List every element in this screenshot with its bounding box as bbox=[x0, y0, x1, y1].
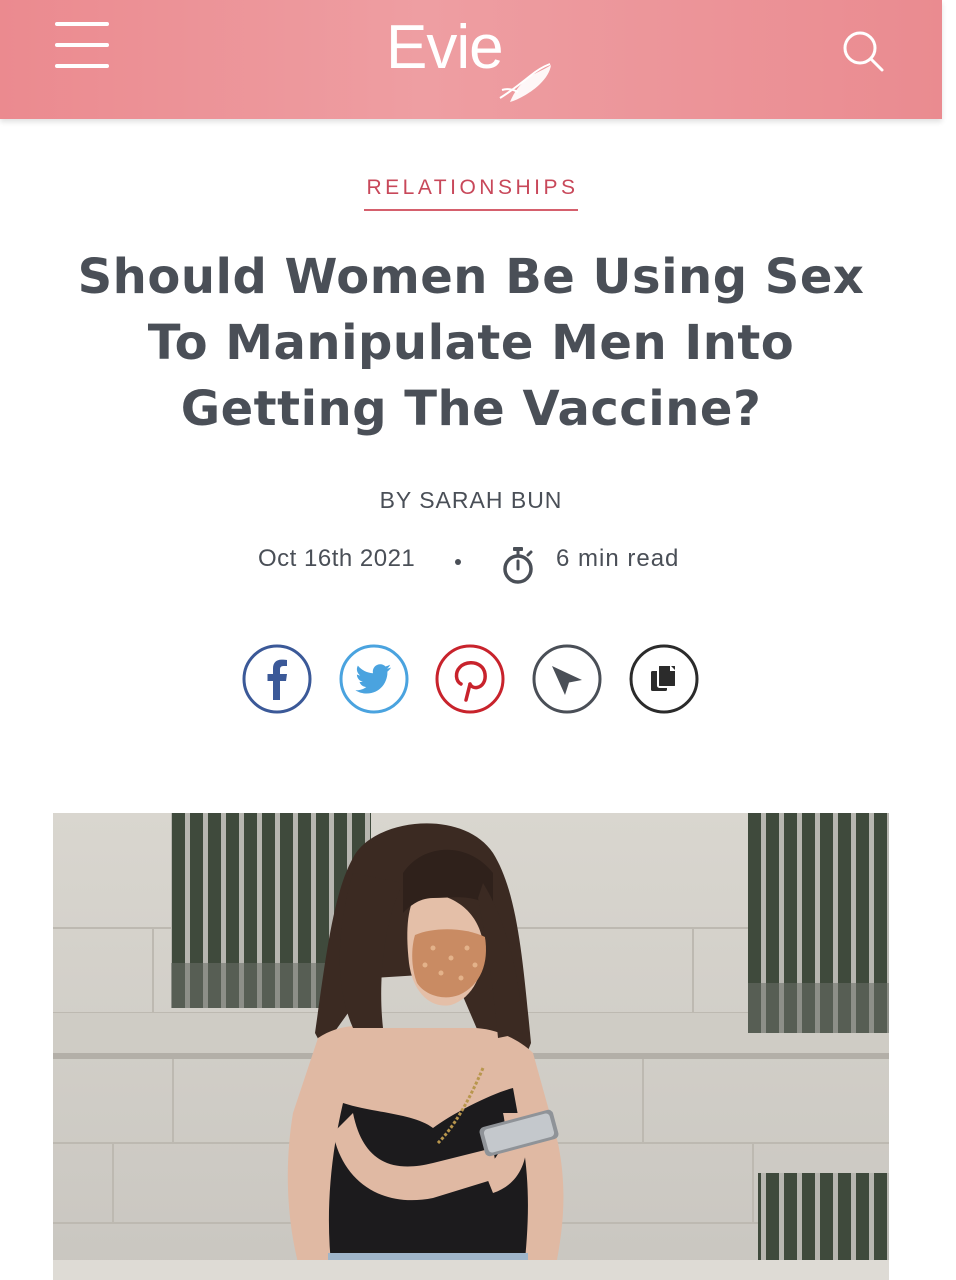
publish-date: Oct 16th 2021 bbox=[258, 545, 416, 572]
site-header: Evie bbox=[0, 0, 942, 119]
category-tag[interactable]: RELATIONSHIPS bbox=[0, 176, 942, 211]
copy-link-button[interactable] bbox=[629, 644, 699, 714]
article-meta: Oct 16th 2021 6 min read bbox=[0, 545, 942, 585]
logo-text: Evie bbox=[386, 13, 504, 82]
pinterest-icon bbox=[435, 644, 505, 714]
copy-icon bbox=[629, 644, 699, 714]
share-send-button[interactable] bbox=[532, 644, 602, 714]
separator-dot bbox=[455, 559, 461, 565]
send-icon bbox=[532, 644, 602, 714]
menu-line bbox=[55, 43, 109, 47]
hamburger-menu-icon[interactable] bbox=[55, 22, 109, 68]
feather-icon bbox=[499, 63, 551, 102]
menu-line bbox=[55, 22, 109, 26]
share-pinterest-button[interactable] bbox=[435, 644, 505, 714]
search-icon[interactable] bbox=[840, 28, 886, 74]
stopwatch-icon bbox=[503, 547, 533, 584]
twitter-icon bbox=[339, 644, 409, 714]
site-logo[interactable]: Evie bbox=[380, 6, 570, 106]
photo-woman-in-mask-with-phone bbox=[53, 813, 889, 1280]
menu-line bbox=[55, 64, 109, 68]
facebook-icon bbox=[242, 644, 312, 714]
share-facebook-button[interactable] bbox=[242, 644, 312, 714]
read-time: 6 min read bbox=[556, 545, 680, 572]
article-title: Should Women Be Using Sex To Manipulate … bbox=[77, 249, 865, 437]
share-twitter-button[interactable] bbox=[339, 644, 409, 714]
hero-image bbox=[53, 813, 889, 1280]
category-label[interactable]: RELATIONSHIPS bbox=[363, 176, 579, 211]
author-byline[interactable]: BY SARAH BUN bbox=[0, 487, 942, 514]
